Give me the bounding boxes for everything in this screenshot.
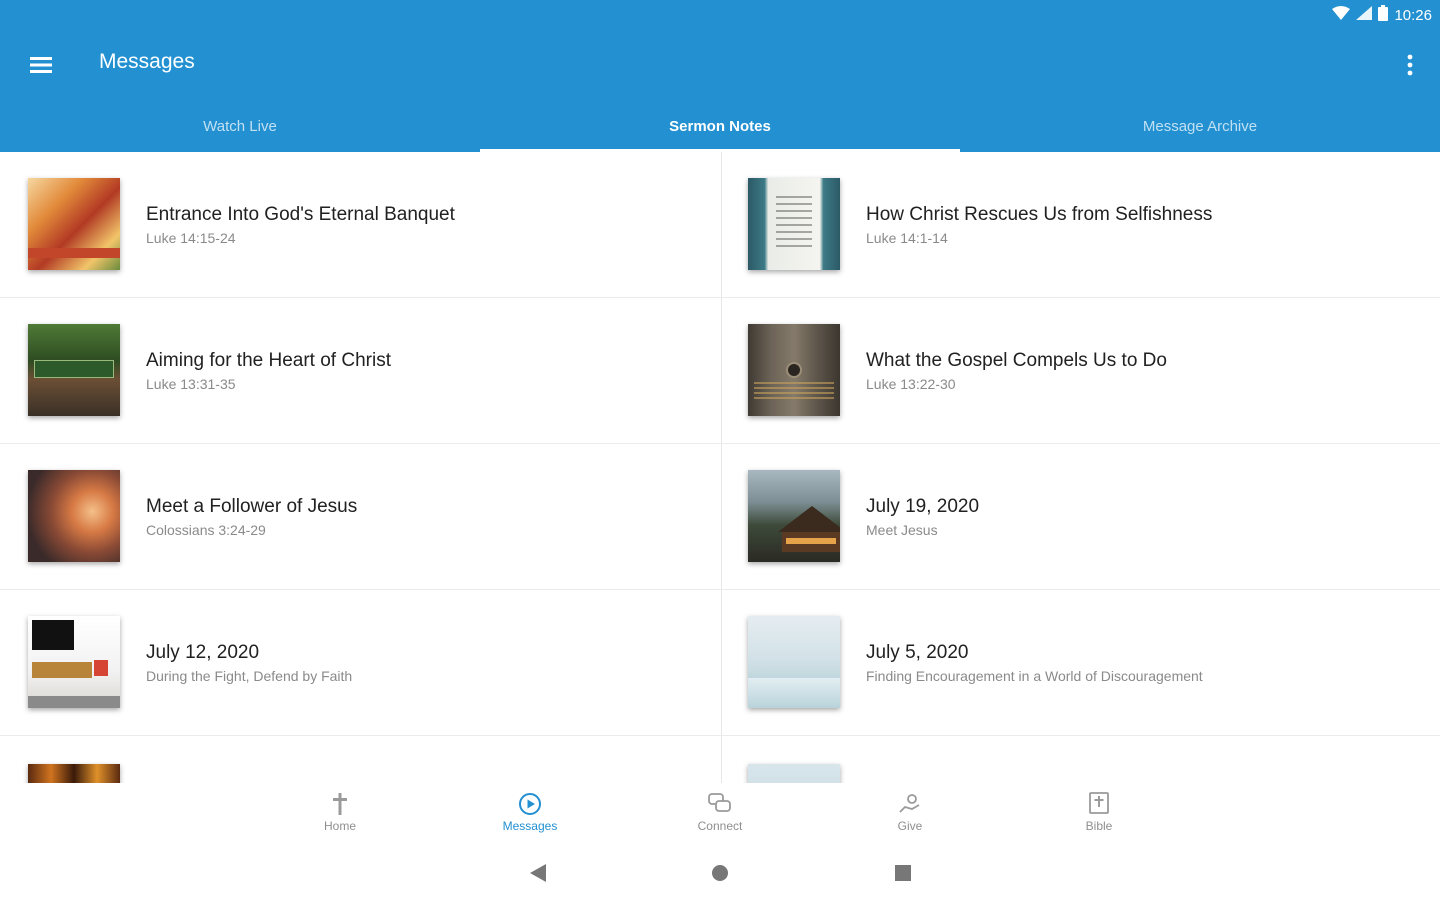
tab-sermon-notes[interactable]: Sermon Notes [480,100,960,152]
cross-icon [327,791,353,817]
message-subtitle: Luke 14:15-24 [146,230,236,246]
message-title: What the Gospel Compels Us to Do [866,350,1167,371]
nav-label: Connect [697,819,743,833]
home-circle-icon[interactable] [706,859,734,887]
page-title: Messages [99,50,195,73]
message-card[interactable]: July 12, 2020 During the Fight, Defend b… [0,590,720,736]
message-card[interactable]: July 5, 2020 Finding Encouragement in a … [720,590,1440,736]
status-time: 10:26 [1394,6,1432,24]
tab-bar: Watch Live Sermon Notes Message Archive [0,100,1440,152]
message-thumbnail [28,764,120,783]
message-card[interactable]: Meet a Follower of Jesus Colossians 3:24… [0,444,720,590]
nav-connect[interactable]: Connect [680,791,760,839]
message-subtitle: Colossians 3:24-29 [146,522,266,538]
give-hand-icon [897,791,923,817]
message-subtitle: During the Fight, Defend by Faith [146,668,353,684]
message-card[interactable]: How Christ Rescues Us from Selfishness L… [720,152,1440,298]
nav-label: Bible [1085,819,1113,833]
system-navigation-bar [0,841,1440,900]
bottom-navigation: Home Messages Connect Give Bible [0,783,1440,841]
nav-give[interactable]: Give [870,791,950,839]
status-icons: 10:26 [1332,4,1432,26]
hamburger-menu-icon[interactable] [22,46,60,84]
message-title: Entrance Into God's Eternal Banquet [146,204,455,225]
app-bar: Messages [0,30,1440,100]
message-card[interactable]: What the Gospel Compels Us to Do Luke 13… [720,298,1440,444]
recents-square-icon[interactable] [889,859,917,887]
message-subtitle: Luke 14:1-14 [866,230,948,246]
back-icon[interactable] [524,859,552,887]
message-title: Aiming for the Heart of Christ [146,350,391,371]
nav-label: Give [897,819,923,833]
message-title: How Christ Rescues Us from Selfishness [866,204,1213,225]
status-bar: 10:26 [0,0,1440,30]
message-card[interactable]: Entrance Into God's Eternal Banquet Luke… [0,152,720,298]
message-thumbnail [28,470,120,562]
battery-icon [1378,4,1389,26]
nav-label: Messages [502,819,558,833]
message-card[interactable]: Aiming for the Heart of Christ Luke 13:3… [0,298,720,444]
message-thumbnail [28,616,120,708]
messages-grid: Entrance Into God's Eternal Banquet Luke… [0,152,1440,783]
more-options-icon[interactable] [1398,46,1422,84]
nav-bible[interactable]: Bible [1059,791,1139,839]
tab-watch-live[interactable]: Watch Live [0,100,480,152]
message-card[interactable] [0,736,720,783]
message-subtitle: Luke 13:22-30 [866,376,956,392]
message-thumbnail [748,764,840,783]
message-card[interactable] [720,736,1440,783]
tab-message-archive[interactable]: Message Archive [960,100,1440,152]
play-circle-icon [517,791,543,817]
chat-bubbles-icon [707,791,733,817]
nav-home[interactable]: Home [300,791,380,839]
message-thumbnail [748,324,840,416]
message-thumbnail [28,324,120,416]
message-thumbnail [748,470,840,562]
message-thumbnail [28,178,120,270]
message-subtitle: Meet Jesus [866,522,938,538]
message-card[interactable]: July 19, 2020 Meet Jesus [720,444,1440,590]
message-title: July 19, 2020 [866,496,980,517]
message-title: July 5, 2020 [866,642,969,663]
message-subtitle: Luke 13:31-35 [146,376,236,392]
message-thumbnail [748,616,840,708]
nav-label: Home [323,819,356,833]
message-thumbnail [748,178,840,270]
message-title: July 12, 2020 [146,642,260,663]
message-title: Meet a Follower of Jesus [146,496,358,517]
signal-icon [1356,5,1373,25]
bible-icon [1086,791,1112,817]
nav-messages[interactable]: Messages [490,791,570,839]
wifi-icon [1332,5,1351,25]
message-subtitle: Finding Encouragement in a World of Disc… [866,668,1203,684]
